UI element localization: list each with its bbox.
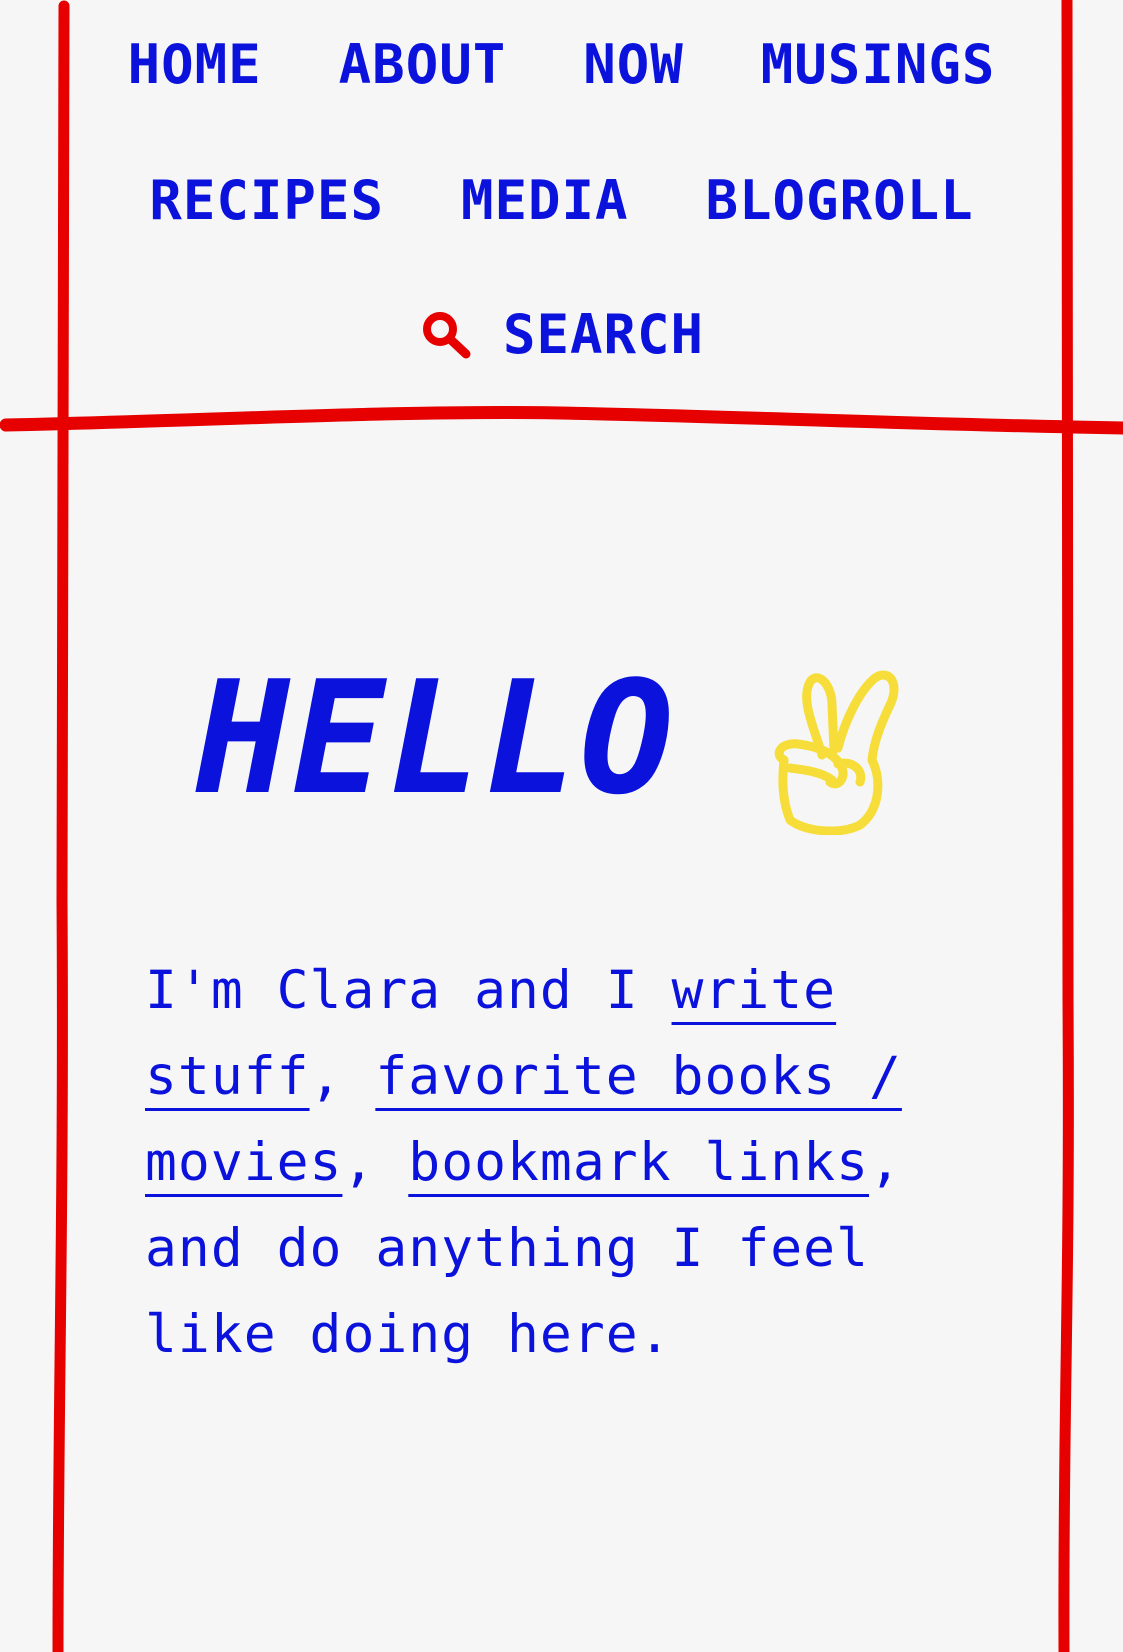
nav-link-blogroll[interactable]: BLOGROLL xyxy=(706,174,974,228)
nav-link-about[interactable]: ABOUT xyxy=(339,38,507,92)
intro-text-3: , xyxy=(342,1132,409,1193)
nav-link-now[interactable]: NOW xyxy=(583,38,684,92)
search-icon xyxy=(422,312,471,359)
nav-link-home[interactable]: HOME xyxy=(128,38,262,92)
nav-link-recipes[interactable]: RECIPES xyxy=(149,174,384,228)
nav-row-secondary: RECIPES MEDIA BLOGROLL xyxy=(0,174,1123,228)
frame-divider-line xyxy=(0,405,1123,435)
nav-row-search: SEARCH xyxy=(0,308,1123,362)
search-link[interactable]: SEARCH xyxy=(419,308,704,362)
intro-text-2: , xyxy=(309,1046,376,1107)
nav-link-musings[interactable]: MUSINGS xyxy=(761,38,996,92)
peace-hand-icon xyxy=(774,670,899,835)
intro-paragraph: I'm Clara and I write stuff, favorite bo… xyxy=(145,948,935,1378)
intro-text-1: I'm Clara and I xyxy=(145,960,672,1021)
bookmark-links-link[interactable]: bookmark links xyxy=(408,1132,869,1193)
nav-link-media[interactable]: MEDIA xyxy=(461,174,629,228)
frame-left-line xyxy=(52,0,70,1652)
frame-right-line xyxy=(1058,0,1074,1652)
search-label: SEARCH xyxy=(502,303,705,366)
nav-row-primary: HOME ABOUT NOW MUSINGS xyxy=(0,38,1123,92)
hero-title: HELLO xyxy=(196,647,676,829)
